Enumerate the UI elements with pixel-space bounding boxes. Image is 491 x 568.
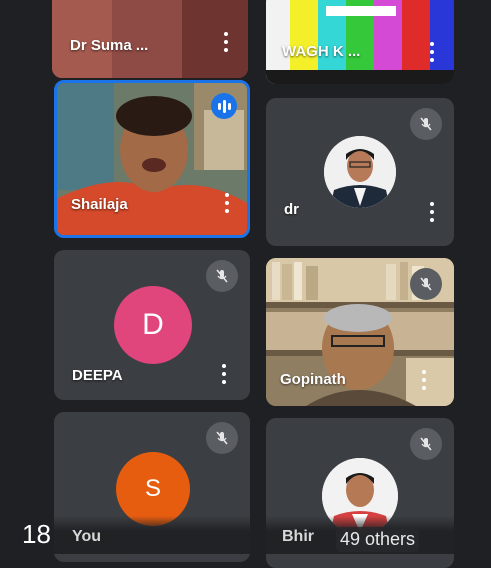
participant-tile-shailaja[interactable]: Shailaja — [54, 80, 250, 238]
microphone-off-icon — [206, 422, 238, 454]
participant-tile-dr-suma[interactable]: Dr Suma ... — [52, 0, 248, 78]
more-options-button[interactable] — [218, 364, 230, 384]
microphone-off-icon — [206, 260, 238, 292]
participant-name: WAGH K ... — [282, 43, 361, 60]
participant-tile-dr[interactable]: dr — [266, 98, 454, 246]
microphone-off-icon — [410, 268, 442, 300]
status-time: 18 — [22, 519, 51, 549]
participant-tile-wagh[interactable]: WAGH K ... — [266, 0, 454, 84]
participant-name: Dr Suma ... — [70, 37, 149, 54]
profile-avatar — [324, 136, 396, 208]
participant-tile-deepa[interactable]: D DEEPA — [54, 250, 250, 400]
avatar: D — [114, 286, 192, 364]
microphone-off-icon — [410, 108, 442, 140]
more-options-button[interactable] — [418, 370, 430, 390]
participant-name: Bhir — [282, 528, 314, 545]
participant-name: Gopinath — [280, 371, 346, 388]
more-options-button[interactable] — [426, 202, 438, 222]
participant-tile-gopinath[interactable]: Gopinath — [266, 258, 454, 406]
participant-name: Shailaja — [71, 196, 128, 213]
more-options-button[interactable] — [220, 32, 232, 52]
others-count[interactable]: 49 others — [336, 527, 420, 552]
avatar: S — [116, 452, 190, 526]
speaking-indicator-icon — [211, 93, 237, 119]
more-options-button[interactable] — [426, 42, 438, 62]
participant-name: dr — [284, 201, 299, 218]
self-label: You — [72, 528, 102, 545]
participant-name: DEEPA — [72, 367, 123, 384]
microphone-off-icon — [410, 428, 442, 460]
more-options-button[interactable] — [221, 193, 233, 213]
